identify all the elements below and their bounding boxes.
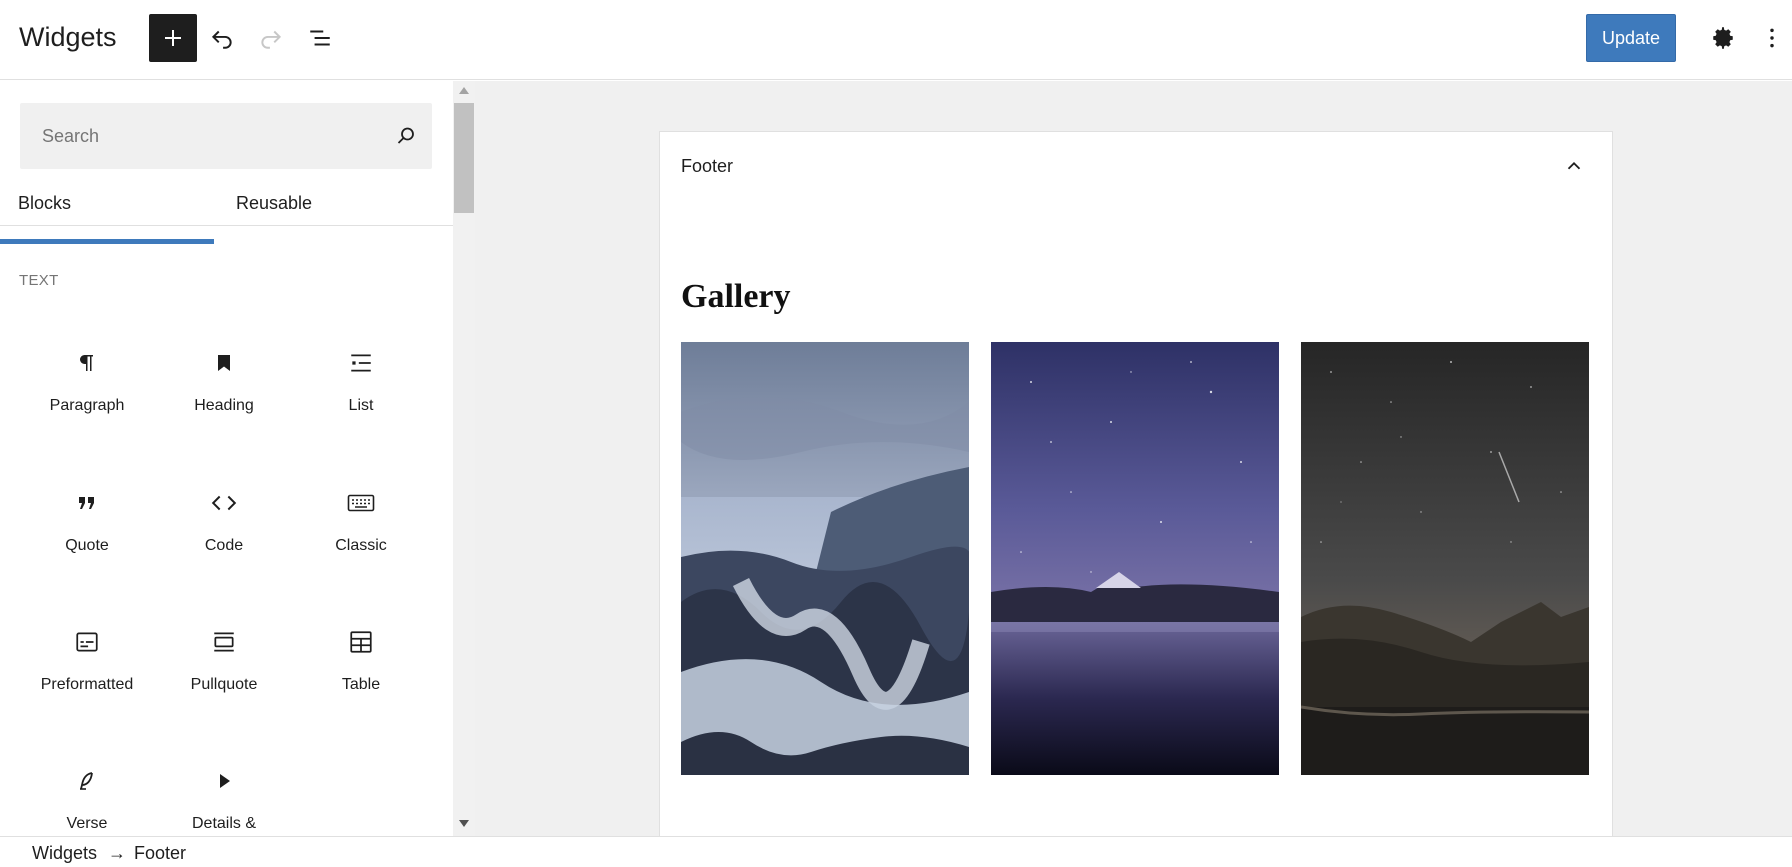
list-view-button[interactable]	[300, 18, 340, 58]
sidebar-scrollbar[interactable]	[453, 81, 475, 836]
tab-reusable[interactable]: Reusable	[236, 188, 436, 226]
preformatted-icon	[73, 628, 101, 656]
options-button[interactable]	[1752, 18, 1792, 58]
seascape-image	[681, 342, 969, 775]
block-label: Code	[204, 537, 244, 554]
block-details[interactable]: Details &	[164, 767, 284, 836]
search-input[interactable]	[20, 103, 380, 169]
gallery-image-seascape[interactable]	[681, 342, 969, 775]
block-heading[interactable]: Heading	[164, 349, 284, 449]
block-label: Verse	[66, 815, 108, 832]
block-list[interactable]: List	[301, 349, 421, 449]
settings-button[interactable]	[1703, 18, 1743, 58]
plus-icon	[165, 30, 181, 46]
gallery-heading[interactable]: Gallery	[681, 278, 791, 316]
widget-area-footer: Footer Gallery	[659, 131, 1613, 836]
scroll-up-arrow[interactable]	[459, 87, 469, 94]
editor-canvas: Footer Gallery	[475, 81, 1792, 836]
block-classic[interactable]: Classic	[301, 489, 421, 589]
list-view-icon	[310, 30, 330, 46]
block-label: Pullquote	[190, 676, 258, 693]
block-label: Table	[341, 676, 381, 693]
breadcrumb-footer[interactable]: Footer	[134, 843, 186, 864]
block-label: Quote	[65, 537, 109, 554]
block-verse[interactable]: Verse	[27, 767, 147, 836]
block-preformatted[interactable]: Preformatted	[27, 628, 147, 728]
redo-icon	[261, 30, 282, 49]
more-vertical-icon	[1770, 28, 1774, 48]
pullquote-icon	[210, 628, 238, 656]
gallery-image-starry-valley[interactable]	[1301, 342, 1589, 775]
breadcrumb-widgets[interactable]: Widgets	[32, 843, 97, 864]
scrollbar-thumb[interactable]	[454, 103, 474, 213]
gallery-image-night-lake[interactable]	[991, 342, 1279, 775]
block-table[interactable]: Table	[301, 628, 421, 728]
block-label: Details &	[191, 815, 257, 832]
active-tab-indicator	[0, 239, 214, 244]
undo-icon	[211, 30, 232, 49]
breadcrumb-separator: →	[108, 843, 126, 863]
block-pullquote[interactable]: Pullquote	[164, 628, 284, 728]
block-label: List	[348, 397, 374, 414]
block-label: Paragraph	[49, 397, 125, 414]
update-button[interactable]: Update	[1586, 14, 1676, 62]
table-icon	[347, 628, 375, 656]
code-icon	[210, 489, 238, 517]
starry-valley-image	[1301, 342, 1589, 775]
search-box	[20, 103, 432, 169]
details-icon	[210, 767, 238, 795]
add-block-button[interactable]	[149, 14, 197, 62]
page-title: Widgets	[19, 22, 117, 52]
gear-icon	[1713, 27, 1733, 49]
breadcrumb: Widgets → Footer	[0, 836, 1792, 867]
block-quote[interactable]: Quote	[27, 489, 147, 589]
feather-icon	[73, 767, 101, 795]
chevron-up-icon	[1567, 161, 1581, 170]
block-label: Preformatted	[40, 676, 134, 693]
block-label: Classic	[335, 537, 387, 554]
block-label: Heading	[194, 397, 254, 414]
undo-button[interactable]	[202, 18, 242, 58]
quote-icon	[73, 489, 101, 517]
night-lake-image	[991, 342, 1279, 775]
block-inserter-panel: Blocks Reusable TEXT Paragraph Heading L…	[0, 81, 475, 836]
block-paragraph[interactable]: Paragraph	[27, 349, 147, 449]
widget-area-title[interactable]: Footer	[681, 156, 733, 177]
list-icon	[347, 349, 375, 377]
category-label: TEXT	[19, 272, 59, 289]
scroll-down-arrow[interactable]	[459, 820, 469, 827]
collapse-button[interactable]	[1560, 152, 1588, 180]
inserter-tabs: Blocks Reusable	[0, 188, 453, 226]
keyboard-icon	[347, 489, 375, 517]
paragraph-icon	[73, 349, 101, 377]
search-icon[interactable]	[394, 124, 418, 148]
tab-blocks[interactable]: Blocks	[18, 188, 213, 226]
heading-icon	[210, 349, 238, 377]
block-code[interactable]: Code	[164, 489, 284, 589]
editor-header: Widgets Update	[0, 0, 1792, 80]
redo-button[interactable]	[251, 18, 291, 58]
